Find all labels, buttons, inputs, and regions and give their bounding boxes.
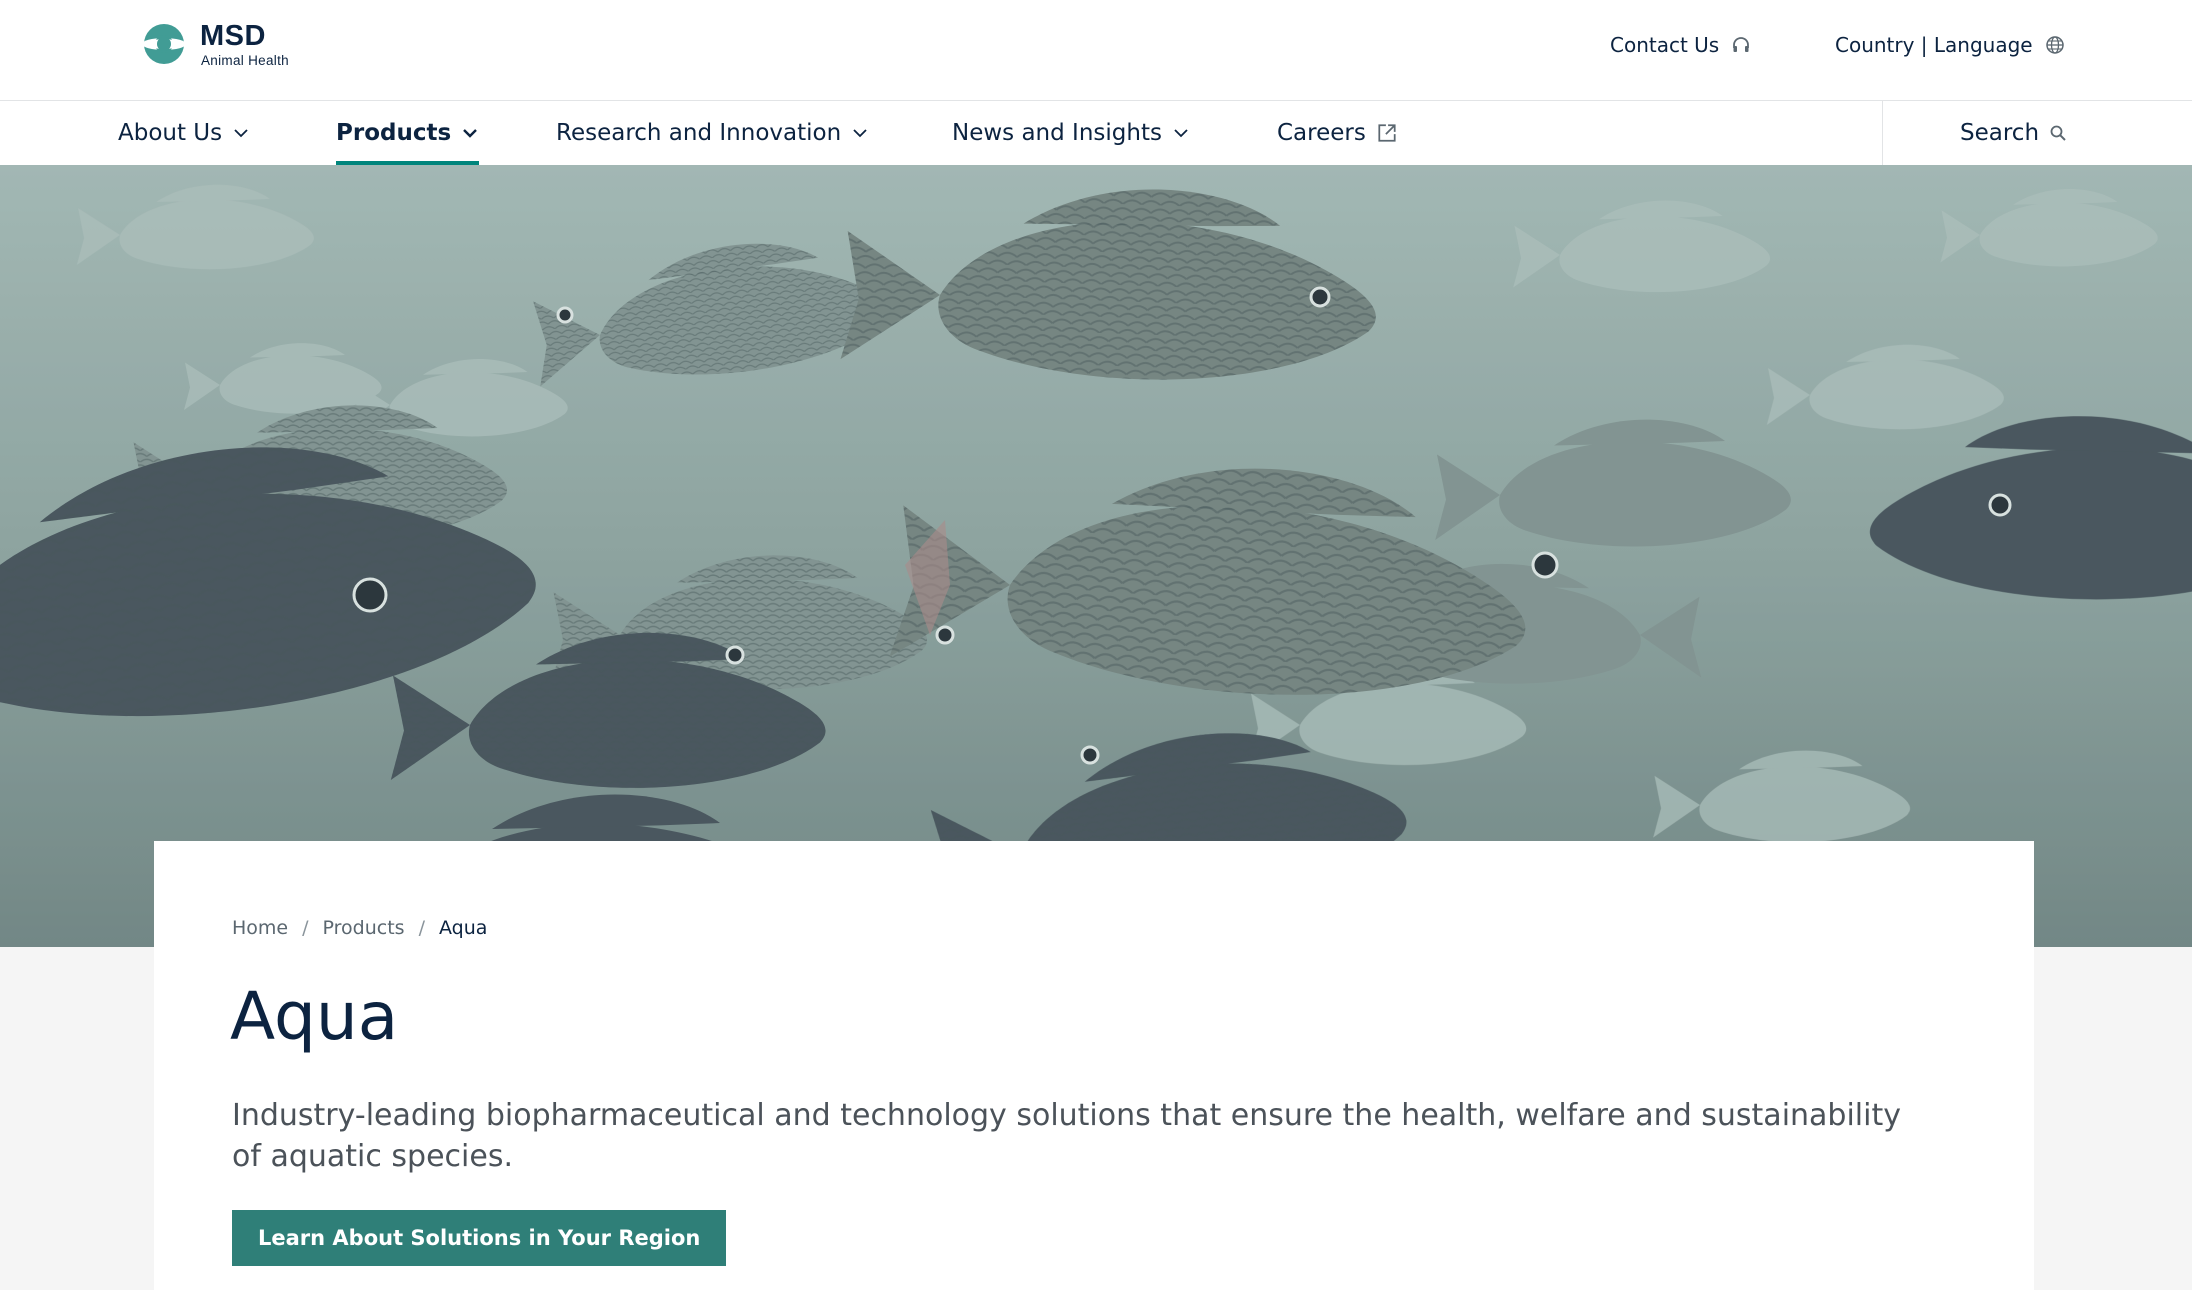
content-card: Home / Products / Aqua Aqua Industry-lea… xyxy=(154,841,2034,1290)
breadcrumb-separator: / xyxy=(418,917,425,939)
learn-about-solutions-button[interactable]: Learn About Solutions in Your Region xyxy=(232,1210,727,1266)
chevron-down-icon xyxy=(853,129,867,138)
logo-tagline: Animal Health xyxy=(201,53,289,68)
search-icon xyxy=(2050,125,2066,141)
breadcrumb-home[interactable]: Home xyxy=(232,917,288,939)
globe-icon xyxy=(2045,36,2064,54)
chevron-down-icon xyxy=(1174,129,1188,138)
nav-item-news-and-insights[interactable]: News and Insights xyxy=(952,101,1190,165)
nav-item-research-and-innovation[interactable]: Research and Innovation xyxy=(556,101,869,165)
main-navigation: About Us Products Research and Innovatio… xyxy=(0,101,2192,165)
headphones-icon xyxy=(1733,37,1750,52)
breadcrumb-separator: / xyxy=(302,917,309,939)
nav-item-label: News and Insights xyxy=(952,120,1162,146)
page-description: Industry-leading biopharmaceutical and t… xyxy=(232,1098,1901,1174)
utility-bar: MSD Animal Health Contact Us Country | L… xyxy=(0,0,2192,101)
fish-school-illustration xyxy=(0,165,2192,947)
country-language-selector[interactable]: Country | Language xyxy=(1835,33,2065,57)
breadcrumb: Home / Products / Aqua xyxy=(232,917,487,939)
contact-us-label: Contact Us xyxy=(1610,33,1720,57)
nav-divider xyxy=(1882,101,1883,165)
nav-item-label: About Us xyxy=(118,120,223,146)
hero-image xyxy=(0,165,2192,947)
breadcrumb-current-aqua: Aqua xyxy=(438,917,488,939)
chevron-down-icon xyxy=(234,129,248,138)
page-title: Aqua xyxy=(230,978,399,1055)
msd-logo-icon xyxy=(142,24,186,64)
chevron-down-icon xyxy=(463,129,478,138)
country-language-label: Country | Language xyxy=(1835,33,2033,57)
contact-us-link[interactable]: Contact Us xyxy=(1610,33,1751,57)
nav-item-label: Products xyxy=(336,120,452,146)
logo-brand-name: MSD xyxy=(200,20,266,52)
nav-item-careers[interactable]: Careers xyxy=(1277,101,1398,165)
nav-item-about-us[interactable]: About Us xyxy=(118,101,250,165)
breadcrumb-products[interactable]: Products xyxy=(323,917,405,939)
nav-item-products[interactable]: Products xyxy=(336,101,480,165)
nav-item-label: Research and Innovation xyxy=(556,120,842,146)
nav-item-label: Careers xyxy=(1277,120,1366,146)
external-link-icon xyxy=(1378,124,1396,142)
search-button[interactable]: Search xyxy=(1960,101,2067,165)
search-label: Search xyxy=(1960,120,2040,146)
msd-animal-health-logo[interactable]: MSD Animal Health xyxy=(138,22,289,74)
